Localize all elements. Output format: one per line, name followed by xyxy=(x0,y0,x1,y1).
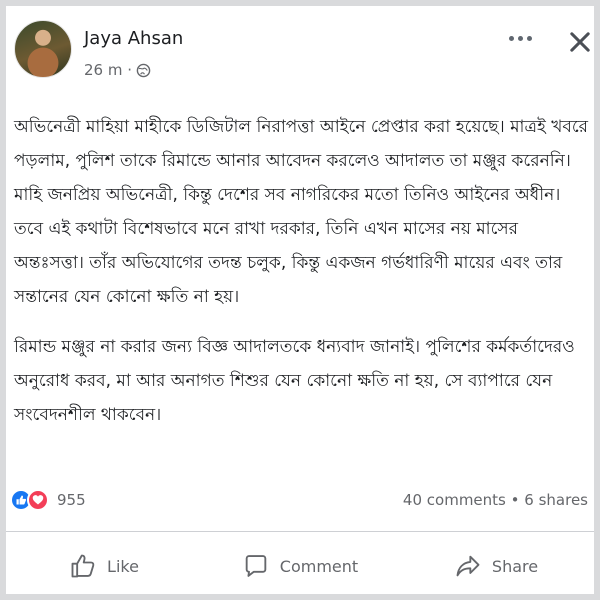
post-paragraph: রিমান্ড মঞ্জুর না করার জন্য বিজ্ঞ আদালতক… xyxy=(14,337,575,425)
more-icon-dot xyxy=(517,35,523,41)
more-icon-dot xyxy=(526,35,532,41)
divider xyxy=(6,531,594,532)
post-text: অভিনেত্রী মাহিয়া মাহীকে ডিজিটাল নিরাপত্… xyxy=(14,110,588,448)
more-options-button[interactable] xyxy=(506,28,534,48)
reactions-summary[interactable]: 955 xyxy=(10,489,86,511)
like-icon xyxy=(71,554,95,578)
author-name[interactable]: Jaya Ahsan xyxy=(84,28,183,49)
shares-count[interactable]: 6 shares xyxy=(524,491,588,509)
post-time[interactable]: 26 m · xyxy=(84,61,132,79)
like-label: Like xyxy=(107,556,139,576)
comments-count[interactable]: 40 comments xyxy=(403,491,506,509)
post-header: Jaya Ahsan 26 m · xyxy=(6,6,594,92)
like-button[interactable]: Like xyxy=(6,541,202,591)
comment-label: Comment xyxy=(279,556,359,576)
post-card: Jaya Ahsan 26 m · অভিনেত্রী মাহিয়া মাহী… xyxy=(6,6,594,594)
post-stats: 955 40 comments • 6 shares xyxy=(6,486,594,514)
share-button[interactable]: Share xyxy=(398,541,594,591)
post-paragraph: অভিনেত্রী মাহিয়া মাহীকে ডিজিটাল নিরাপত্… xyxy=(14,117,589,307)
more-icon-dot xyxy=(508,35,514,41)
stats-separator: • xyxy=(510,491,520,509)
engagement-counts: 40 comments • 6 shares xyxy=(403,491,588,509)
avatar[interactable] xyxy=(14,20,72,78)
comment-icon xyxy=(245,555,267,577)
reaction-count: 955 xyxy=(57,491,86,509)
share-label: Share xyxy=(491,556,539,576)
action-bar: Like Comment Share xyxy=(6,541,594,591)
comment-button[interactable]: Comment xyxy=(202,541,398,591)
share-icon xyxy=(456,555,480,577)
close-icon[interactable] xyxy=(566,28,594,56)
post-meta: 26 m · xyxy=(84,61,151,79)
love-reaction-icon xyxy=(27,489,49,511)
globe-icon xyxy=(136,63,151,77)
